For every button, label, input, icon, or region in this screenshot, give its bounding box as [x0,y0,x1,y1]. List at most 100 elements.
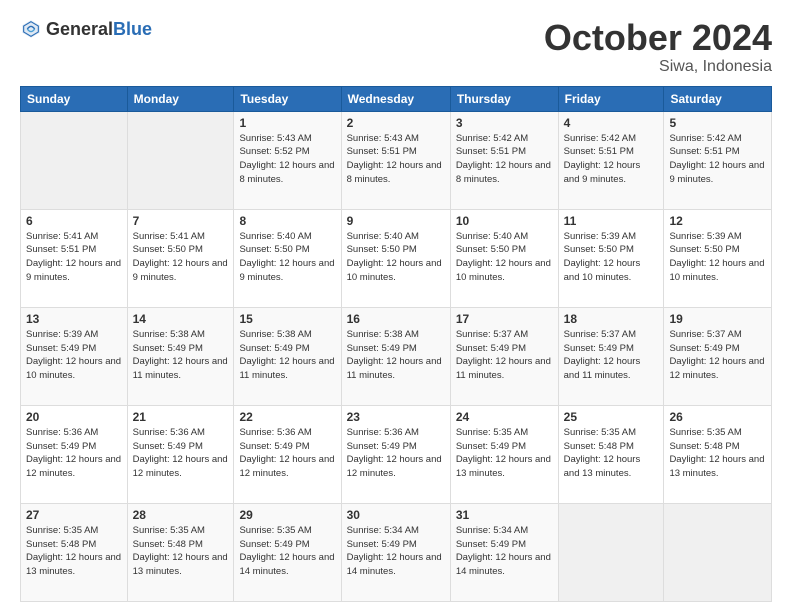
day-number: 2 [347,116,445,130]
day-number: 3 [456,116,553,130]
calendar-cell: 1Sunrise: 5:43 AM Sunset: 5:52 PM Daylig… [234,111,341,209]
day-number: 13 [26,312,122,326]
day-info: Sunrise: 5:36 AM Sunset: 5:49 PM Dayligh… [347,426,445,481]
calendar-cell: 28 Sunrise: 5:35 AM Sunset: 5:48 PM Dayli… [127,503,234,601]
calendar-cell: 11Sunrise: 5:39 AM Sunset: 5:50 PM Dayli… [558,209,664,307]
day-info: Sunrise: 5:35 AM Sunset: 5:49 PM Dayligh… [239,524,335,579]
day-info: Sunrise: 5:41 AM Sunset: 5:51 PM Dayligh… [26,230,122,285]
calendar-cell: 19 Sunrise: 5:37 AM Sunset: 5:49 PM Dayli… [664,307,772,405]
calendar-cell: 7 Sunrise: 5:41 AM Sunset: 5:50 PM Daylig… [127,209,234,307]
day-number: 31 [456,508,553,522]
day-info: Sunrise: 5:36 AM Sunset: 5:49 PM Dayligh… [26,426,122,481]
day-number: 17 [456,312,553,326]
day-info: Sunrise: 5:38 AM Sunset: 5:49 PM Dayligh… [133,328,229,383]
calendar-table: SundayMondayTuesdayWednesdayThursdayFrid… [20,86,772,602]
weekday-header: Wednesday [341,86,450,111]
weekday-header: Saturday [664,86,772,111]
day-number: 27 [26,508,122,522]
calendar-cell: 12 Sunrise: 5:39 AM Sunset: 5:50 PM Dayli… [664,209,772,307]
day-number: 6 [26,214,122,228]
calendar-cell: 23 Sunrise: 5:36 AM Sunset: 5:49 PM Dayli… [341,405,450,503]
calendar-cell: 5 Sunrise: 5:42 AM Sunset: 5:51 PM Daylig… [664,111,772,209]
calendar-cell: 15 Sunrise: 5:38 AM Sunset: 5:49 PM Dayli… [234,307,341,405]
header: GeneralBlue October 2024 Siwa, Indonesia [20,18,772,76]
day-info: Sunrise: 5:38 AM Sunset: 5:49 PM Dayligh… [347,328,445,383]
day-number: 15 [239,312,335,326]
day-number: 9 [347,214,445,228]
day-number: 10 [456,214,553,228]
calendar-week-row: 1Sunrise: 5:43 AM Sunset: 5:52 PM Daylig… [21,111,772,209]
weekday-header: Thursday [450,86,558,111]
calendar-cell: 6 Sunrise: 5:41 AM Sunset: 5:51 PM Daylig… [21,209,128,307]
day-info: Sunrise: 5:35 AM Sunset: 5:48 PM Dayligh… [26,524,122,579]
calendar-cell: 20 Sunrise: 5:36 AM Sunset: 5:49 PM Dayli… [21,405,128,503]
calendar-cell: 18Sunrise: 5:37 AM Sunset: 5:49 PM Dayli… [558,307,664,405]
day-info: Sunrise: 5:35 AM Sunset: 5:48 PM Dayligh… [669,426,766,481]
calendar-body: 1Sunrise: 5:43 AM Sunset: 5:52 PM Daylig… [21,111,772,601]
day-number: 29 [239,508,335,522]
day-info: Sunrise: 5:40 AM Sunset: 5:50 PM Dayligh… [239,230,335,285]
calendar-cell: 25Sunrise: 5:35 AM Sunset: 5:48 PM Dayli… [558,405,664,503]
title-area: October 2024 Siwa, Indonesia [544,18,772,76]
day-info: Sunrise: 5:37 AM Sunset: 5:49 PM Dayligh… [669,328,766,383]
weekday-header: Friday [558,86,664,111]
calendar-cell [664,503,772,601]
day-info: Sunrise: 5:41 AM Sunset: 5:50 PM Dayligh… [133,230,229,285]
calendar-cell: 17 Sunrise: 5:37 AM Sunset: 5:49 PM Dayli… [450,307,558,405]
logo: GeneralBlue [20,18,152,40]
day-number: 12 [669,214,766,228]
day-info: Sunrise: 5:38 AM Sunset: 5:49 PM Dayligh… [239,328,335,383]
month-title: October 2024 [544,18,772,58]
calendar-cell [558,503,664,601]
calendar-cell: 24Sunrise: 5:35 AM Sunset: 5:49 PM Dayli… [450,405,558,503]
calendar-cell: 14Sunrise: 5:38 AM Sunset: 5:49 PM Dayli… [127,307,234,405]
day-info: Sunrise: 5:37 AM Sunset: 5:49 PM Dayligh… [564,328,659,383]
calendar-cell: 10 Sunrise: 5:40 AM Sunset: 5:50 PM Dayli… [450,209,558,307]
day-number: 24 [456,410,553,424]
calendar-cell: 3Sunrise: 5:42 AM Sunset: 5:51 PM Daylig… [450,111,558,209]
day-info: Sunrise: 5:40 AM Sunset: 5:50 PM Dayligh… [347,230,445,285]
day-number: 28 [133,508,229,522]
day-number: 26 [669,410,766,424]
day-info: Sunrise: 5:42 AM Sunset: 5:51 PM Dayligh… [669,132,766,187]
day-info: Sunrise: 5:43 AM Sunset: 5:52 PM Dayligh… [239,132,335,187]
day-info: Sunrise: 5:40 AM Sunset: 5:50 PM Dayligh… [456,230,553,285]
day-number: 19 [669,312,766,326]
day-info: Sunrise: 5:37 AM Sunset: 5:49 PM Dayligh… [456,328,553,383]
day-number: 7 [133,214,229,228]
day-info: Sunrise: 5:39 AM Sunset: 5:49 PM Dayligh… [26,328,122,383]
day-info: Sunrise: 5:34 AM Sunset: 5:49 PM Dayligh… [456,524,553,579]
calendar-week-row: 20 Sunrise: 5:36 AM Sunset: 5:49 PM Dayli… [21,405,772,503]
day-number: 8 [239,214,335,228]
day-info: Sunrise: 5:43 AM Sunset: 5:51 PM Dayligh… [347,132,445,187]
day-number: 21 [133,410,229,424]
day-info: Sunrise: 5:39 AM Sunset: 5:50 PM Dayligh… [669,230,766,285]
calendar-cell: 4 Sunrise: 5:42 AM Sunset: 5:51 PM Daylig… [558,111,664,209]
day-number: 5 [669,116,766,130]
day-info: Sunrise: 5:36 AM Sunset: 5:49 PM Dayligh… [133,426,229,481]
weekday-header: Monday [127,86,234,111]
calendar-cell [21,111,128,209]
calendar-cell [127,111,234,209]
logo-general: General [46,19,113,39]
calendar-cell: 16 Sunrise: 5:38 AM Sunset: 5:49 PM Dayli… [341,307,450,405]
day-number: 30 [347,508,445,522]
calendar-cell: 9 Sunrise: 5:40 AM Sunset: 5:50 PM Daylig… [341,209,450,307]
day-number: 23 [347,410,445,424]
weekday-row: SundayMondayTuesdayWednesdayThursdayFrid… [21,86,772,111]
day-info: Sunrise: 5:35 AM Sunset: 5:48 PM Dayligh… [133,524,229,579]
calendar-cell: 8 Sunrise: 5:40 AM Sunset: 5:50 PM Daylig… [234,209,341,307]
calendar-cell: 30 Sunrise: 5:34 AM Sunset: 5:49 PM Dayli… [341,503,450,601]
calendar-cell: 2 Sunrise: 5:43 AM Sunset: 5:51 PM Daylig… [341,111,450,209]
day-info: Sunrise: 5:42 AM Sunset: 5:51 PM Dayligh… [564,132,659,187]
location: Siwa, Indonesia [544,58,772,76]
day-number: 16 [347,312,445,326]
day-number: 4 [564,116,659,130]
calendar-cell: 27 Sunrise: 5:35 AM Sunset: 5:48 PM Dayli… [21,503,128,601]
page: GeneralBlue October 2024 Siwa, Indonesia… [0,0,792,612]
day-number: 20 [26,410,122,424]
logo-blue: Blue [113,19,152,39]
calendar-header: SundayMondayTuesdayWednesdayThursdayFrid… [21,86,772,111]
day-info: Sunrise: 5:34 AM Sunset: 5:49 PM Dayligh… [347,524,445,579]
calendar-cell: 13 Sunrise: 5:39 AM Sunset: 5:49 PM Dayli… [21,307,128,405]
